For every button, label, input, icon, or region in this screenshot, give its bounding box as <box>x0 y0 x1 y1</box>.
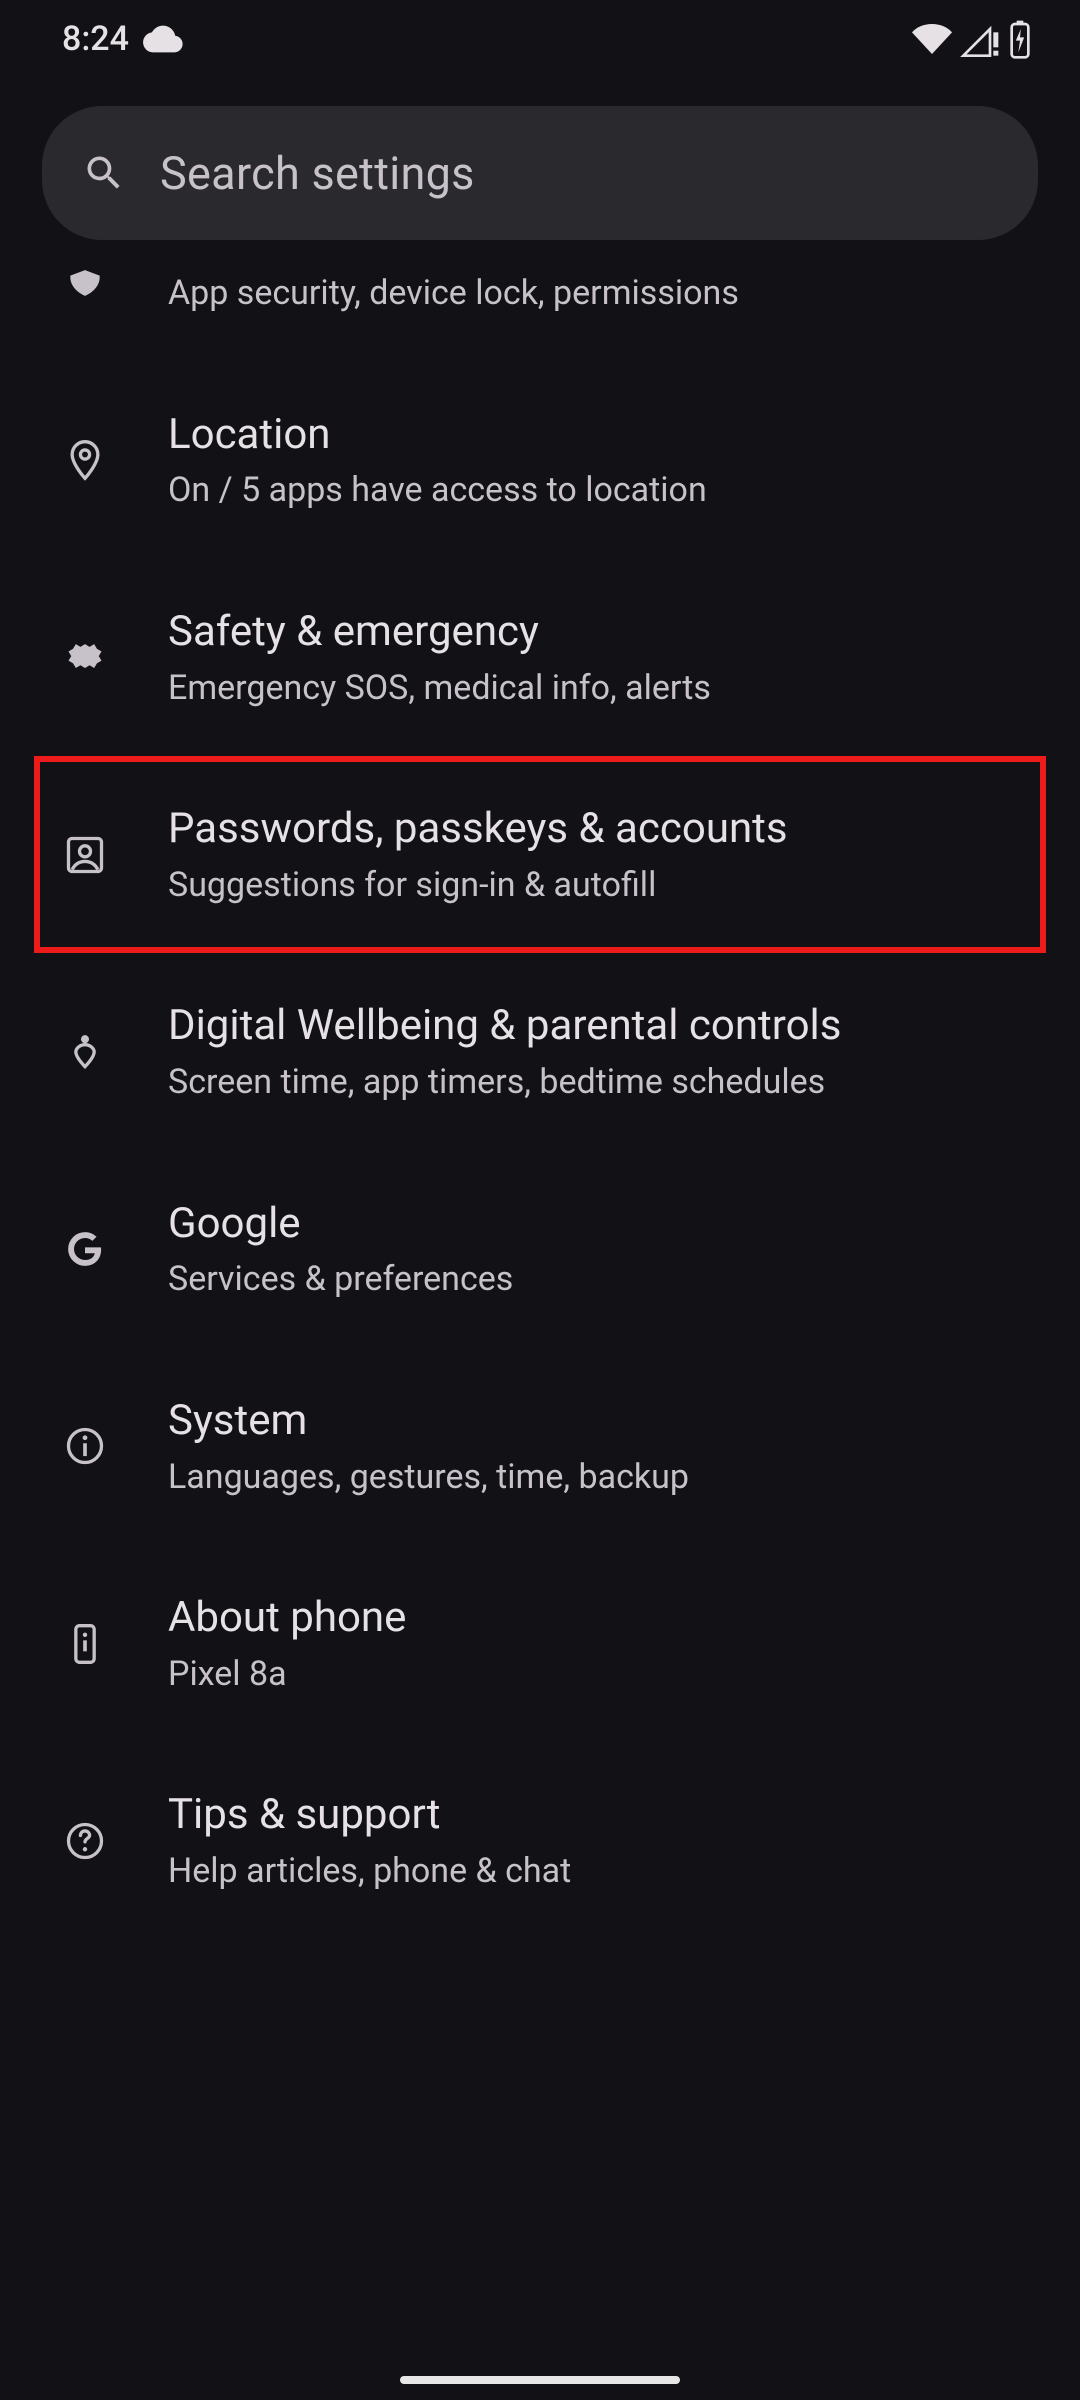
settings-item-subtitle: Pixel 8a <box>168 1653 1020 1697</box>
phone-info-icon <box>54 1622 116 1666</box>
settings-item-subtitle: On / 5 apps have access to location <box>168 469 1020 513</box>
settings-item-about-phone[interactable]: About phone Pixel 8a <box>0 1545 1080 1742</box>
settings-item-texts: Google Services & preferences <box>168 1197 1040 1302</box>
settings-item-subtitle: Screen time, app timers, bedtime schedul… <box>168 1061 1020 1105</box>
help-icon <box>54 1819 116 1863</box>
settings-item-safety-emergency[interactable]: Safety & emergency Emergency SOS, medica… <box>0 559 1080 756</box>
settings-item-security-privacy[interactable]: App security, device lock, permissions <box>0 250 1080 362</box>
wellbeing-icon <box>54 1030 116 1074</box>
settings-item-texts: Tips & support Help articles, phone & ch… <box>168 1788 1040 1893</box>
cloud-icon <box>143 19 183 59</box>
wifi-icon <box>912 19 952 59</box>
settings-item-tips-support[interactable]: Tips & support Help articles, phone & ch… <box>0 1742 1080 1939</box>
settings-item-subtitle: Emergency SOS, medical info, alerts <box>168 667 1020 711</box>
settings-item-texts: Passwords, passkeys & accounts Suggestio… <box>168 802 1040 907</box>
settings-item-title: System <box>168 1394 1020 1448</box>
settings-item-system[interactable]: System Languages, gestures, time, backup <box>0 1348 1080 1545</box>
settings-item-title: Location <box>168 408 1020 462</box>
search-wrap: Search settings <box>0 78 1080 240</box>
settings-item-digital-wellbeing[interactable]: Digital Wellbeing & parental controls Sc… <box>0 953 1080 1150</box>
settings-item-texts: About phone Pixel 8a <box>168 1591 1040 1696</box>
settings-item-title: Google <box>168 1197 1020 1251</box>
settings-item-title: Digital Wellbeing & parental controls <box>168 999 1020 1053</box>
account-box-icon <box>54 833 116 877</box>
settings-item-subtitle: App security, device lock, permissions <box>168 272 1020 316</box>
settings-item-subtitle: Suggestions for sign-in & autofill <box>168 864 1020 908</box>
settings-item-title: Safety & emergency <box>168 605 1020 659</box>
settings-item-title: About phone <box>168 1591 1020 1645</box>
search-settings-input[interactable]: Search settings <box>42 106 1038 240</box>
settings-item-title: Tips & support <box>168 1788 1020 1842</box>
settings-item-subtitle: Languages, gestures, time, backup <box>168 1456 1020 1500</box>
settings-item-texts: Safety & emergency Emergency SOS, medica… <box>168 605 1040 710</box>
medical-icon <box>54 635 116 679</box>
search-icon <box>82 151 126 195</box>
settings-item-passwords-accounts[interactable]: Passwords, passkeys & accounts Suggestio… <box>34 756 1046 953</box>
settings-item-subtitle: Help articles, phone & chat <box>168 1850 1020 1894</box>
navigation-handle[interactable] <box>400 2376 680 2384</box>
shield-icon <box>54 264 116 298</box>
settings-item-subtitle: Services & preferences <box>168 1258 1020 1302</box>
settings-item-google[interactable]: Google Services & preferences <box>0 1151 1080 1348</box>
settings-item-texts: App security, device lock, permissions <box>168 264 1040 316</box>
status-left: 8:24 <box>62 19 183 59</box>
settings-item-texts: Location On / 5 apps have access to loca… <box>168 408 1040 513</box>
signal-alert-icon <box>960 19 1000 59</box>
info-icon <box>54 1424 116 1468</box>
settings-list: App security, device lock, permissions L… <box>0 240 1080 1940</box>
google-icon <box>54 1227 116 1271</box>
search-placeholder: Search settings <box>160 147 475 200</box>
status-time: 8:24 <box>62 19 129 59</box>
settings-item-title: Passwords, passkeys & accounts <box>168 802 1020 856</box>
battery-charging-icon <box>1008 19 1032 59</box>
settings-item-location[interactable]: Location On / 5 apps have access to loca… <box>0 362 1080 559</box>
location-icon <box>54 438 116 482</box>
status-bar: 8:24 <box>0 0 1080 78</box>
settings-item-texts: System Languages, gestures, time, backup <box>168 1394 1040 1499</box>
settings-item-texts: Digital Wellbeing & parental controls Sc… <box>168 999 1040 1104</box>
status-right <box>912 19 1032 59</box>
